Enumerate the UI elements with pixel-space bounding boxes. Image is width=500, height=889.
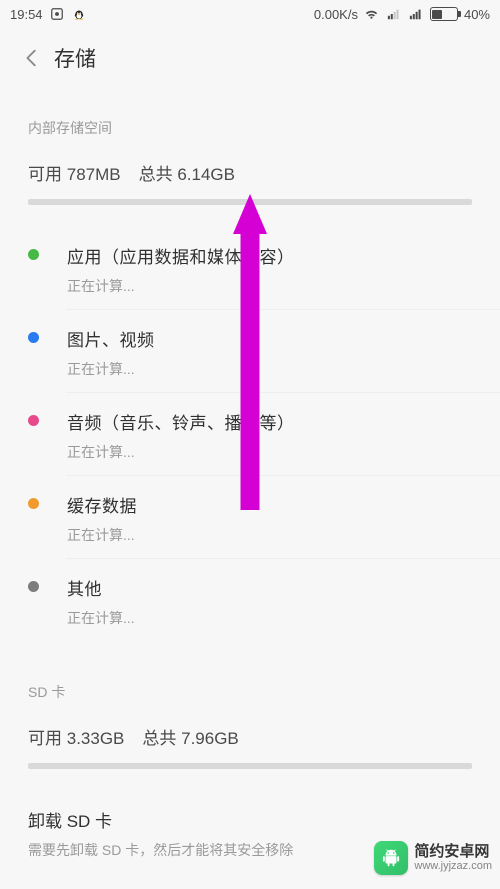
watermark-line2: www.jyjzaz.com: [414, 860, 492, 872]
app-bar: 存储: [0, 28, 500, 88]
category-text: 缓存数据正在计算...: [67, 492, 137, 545]
internal-summary: 可用 787MB 总共 6.14GB: [0, 152, 500, 227]
category-dot-icon: [28, 498, 39, 509]
internal-available-label: 可用: [28, 165, 62, 184]
status-time: 19:54: [10, 7, 43, 22]
category-sub: 正在计算...: [67, 359, 155, 379]
sd-total-value: 7.96GB: [181, 729, 239, 748]
status-net-speed: 0.00K/s: [314, 7, 358, 22]
category-text: 图片、视频正在计算...: [67, 326, 155, 379]
sd-available-value: 3.33GB: [67, 729, 125, 748]
qq-penguin-icon: [71, 6, 87, 22]
category-item[interactable]: 其他正在计算...: [0, 559, 500, 642]
internal-storage-bar: [28, 199, 472, 205]
category-sub: 正在计算...: [67, 442, 295, 462]
category-title: 缓存数据: [67, 492, 137, 517]
category-item[interactable]: 图片、视频正在计算...: [0, 310, 500, 393]
status-bar: 19:54 0.00K/s 40%: [0, 0, 500, 28]
category-dot-icon: [28, 332, 39, 343]
chevron-left-icon: [21, 47, 43, 69]
wifi-icon: [364, 6, 380, 22]
category-sub: 正在计算...: [67, 276, 295, 296]
category-sub: 正在计算...: [67, 525, 137, 545]
status-battery-pct: 40%: [464, 7, 490, 22]
sd-total-label: 总共: [142, 729, 176, 748]
category-text: 音频（音乐、铃声、播客等） 正在计算...: [67, 409, 295, 462]
category-item[interactable]: 缓存数据正在计算...: [0, 476, 500, 559]
internal-total-label: 总共: [139, 165, 173, 184]
watermark-line1: 简约安卓网: [414, 844, 492, 861]
sd-available-label: 可用: [28, 729, 62, 748]
internal-total-value: 6.14GB: [177, 165, 235, 184]
category-list: 应用（应用数据和媒体内容）正在计算...图片、视频正在计算...音频（音乐、铃声…: [0, 227, 500, 642]
back-button[interactable]: [12, 38, 52, 78]
internal-available-value: 787MB: [67, 165, 121, 184]
category-title: 其他: [67, 575, 135, 600]
category-item[interactable]: 应用（应用数据和媒体内容） 正在计算...: [0, 227, 500, 310]
sd-storage-bar: [28, 763, 472, 769]
sd-section-label: SD 卡: [0, 642, 500, 716]
category-dot-icon: [28, 581, 39, 592]
signal1-icon: [386, 6, 402, 22]
category-text: 其他正在计算...: [67, 575, 135, 628]
category-sub: 正在计算...: [67, 608, 135, 628]
watermark: 简约安卓网 www.jyjzaz.com: [374, 841, 492, 875]
internal-section-label: 内部存储空间: [0, 88, 500, 152]
page-title: 存储: [54, 43, 96, 73]
android-logo-icon: [374, 841, 408, 875]
category-item[interactable]: 音频（音乐、铃声、播客等） 正在计算...: [0, 393, 500, 476]
category-title: 图片、视频: [67, 326, 155, 351]
battery-icon: [430, 7, 458, 21]
category-title: 应用（应用数据和媒体内容）: [67, 243, 295, 268]
screenshot-icon: [49, 6, 65, 22]
category-dot-icon: [28, 415, 39, 426]
unmount-sd-title: 卸载 SD 卡: [28, 807, 472, 832]
category-dot-icon: [28, 249, 39, 260]
category-text: 应用（应用数据和媒体内容） 正在计算...: [67, 243, 295, 296]
category-title: 音频（音乐、铃声、播客等）: [67, 409, 295, 434]
sd-summary: 可用 3.33GB 总共 7.96GB: [0, 716, 500, 791]
signal2-icon: [408, 6, 424, 22]
